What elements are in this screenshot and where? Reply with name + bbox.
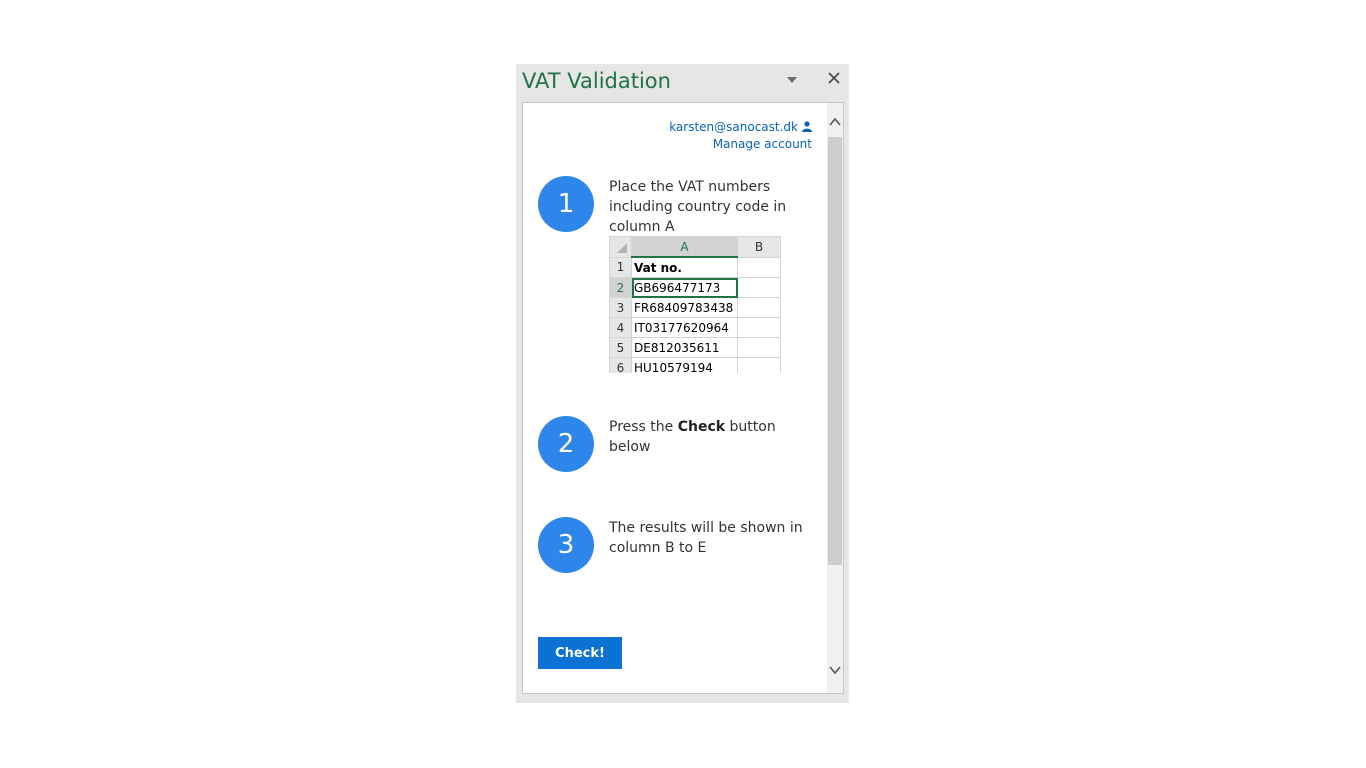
account-block: karsten@sanocast.dk Manage account [669,119,812,152]
step-2-badge: 2 [538,416,594,472]
row-header: 3 [609,297,632,318]
step-2-text-before: Press the [609,419,678,435]
scroll-down-icon[interactable] [828,663,842,677]
row-header: 5 [609,337,632,358]
sheet-cell: HU10579194 [631,357,738,373]
sheet-cell: DE812035611 [631,337,738,358]
sheet-cell [737,256,781,278]
step-3-badge: 3 [538,517,594,573]
chevron-down-icon[interactable] [786,75,798,85]
sheet-cell [737,317,781,338]
sheet-cell [737,337,781,358]
column-header-b: B [737,236,781,258]
check-button[interactable]: Check! [538,637,622,669]
scrollbar-thumb[interactable] [828,137,842,565]
step-1-text: Place the VAT numbers including country … [609,179,787,235]
row-header: 1 [609,256,632,278]
account-email-link[interactable]: karsten@sanocast.dk [669,120,798,134]
sheet-corner [609,236,632,258]
sheet-cell-active: GB696477173 [631,277,738,298]
step-2-text-bold: Check [677,419,726,435]
sheet-cell [737,297,781,318]
row-header: 6 [609,357,632,373]
row-header: 4 [609,317,632,338]
row-header: 2 [609,277,632,298]
pane-title: VAT Validation [522,69,671,93]
scroll-up-icon[interactable] [828,115,842,129]
user-icon [802,120,812,136]
close-icon[interactable] [827,71,841,85]
sheet-cell [737,277,781,298]
step-2-text: Press the Check button below [609,417,819,457]
column-header-a: A [631,236,738,258]
sheet-cell: IT03177620964 [631,317,738,338]
sheet-cell: FR68409783438 [631,297,738,318]
vertical-scrollbar[interactable] [827,103,843,693]
sheet-cell: Vat no. [631,256,738,278]
step-3-text: The results will be shown in column B to… [609,520,803,556]
manage-account-link[interactable]: Manage account [713,137,812,151]
step-1-badge: 1 [538,176,594,232]
spreadsheet-example: A B 1 Vat no. 2 GB696477173 3 FR68409783… [609,236,781,373]
task-pane: VAT Validation karsten@sanocast.dk Manag… [516,64,849,703]
addin-content: karsten@sanocast.dk Manage account 1 Pla… [522,102,844,694]
sheet-cell [737,357,781,373]
